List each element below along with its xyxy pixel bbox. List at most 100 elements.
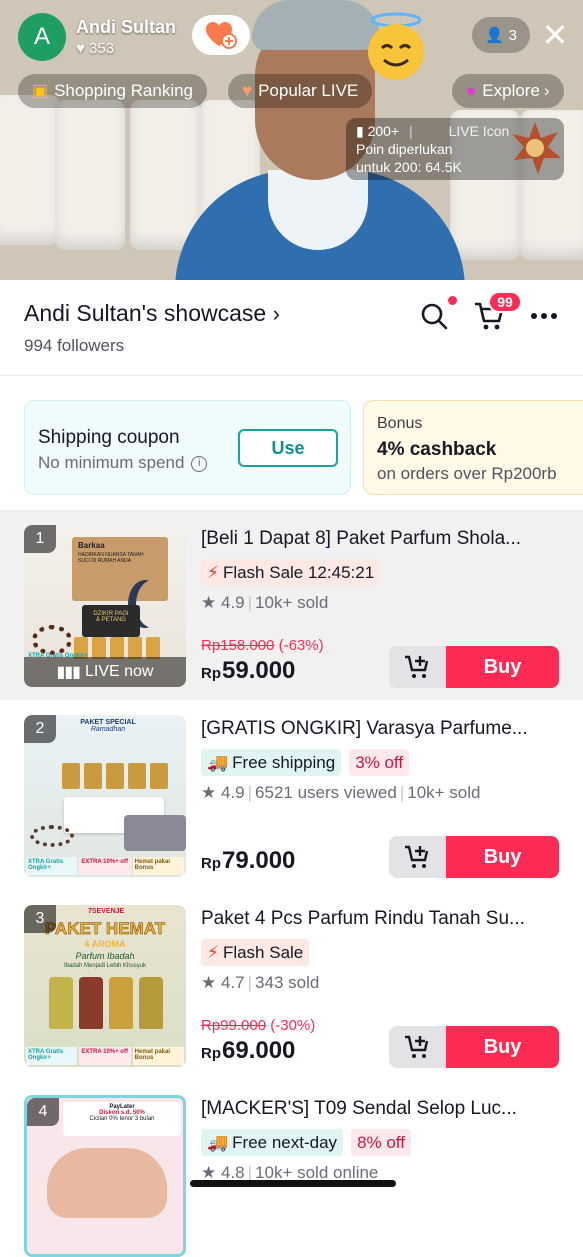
home-indicator[interactable] <box>190 1180 396 1187</box>
subheadline-text: 4 AROMA <box>84 939 126 949</box>
chevron-right-icon: › <box>272 301 280 326</box>
discount-tag: 3% off <box>349 749 410 776</box>
bolt-icon: ⚡ <box>207 942 219 962</box>
original-price-value: Rp99.000 <box>201 1017 267 1034</box>
use-coupon-button[interactable]: Use <box>238 429 338 467</box>
book-text: & PETANG <box>96 617 126 623</box>
product-image[interactable]: 3 7SEVENJE PAKET HEMAT 4 AROMA Parfum Ib… <box>24 905 186 1067</box>
follow-button[interactable] <box>192 15 250 55</box>
add-to-cart-button[interactable] <box>389 836 447 878</box>
product-title[interactable]: [Beli 1 Dapat 8] Paket Parfum Shola... <box>201 528 563 550</box>
add-to-cart-button[interactable] <box>389 1026 447 1068</box>
showcase-title-text: Andi Sultan's showcase <box>24 300 267 326</box>
buy-button[interactable]: Buy <box>446 646 559 688</box>
host-avatar[interactable]: A <box>18 13 66 61</box>
tag-text: 3% off <box>355 752 404 772</box>
truck-icon: 🚚 <box>207 752 229 772</box>
sold-count: 343 sold <box>255 973 320 992</box>
add-to-cart-button[interactable] <box>389 646 447 688</box>
tag-text: Free shipping <box>232 752 336 772</box>
host-name: Andi Sultan <box>76 17 176 37</box>
viewer-count[interactable]: 👤 3 <box>472 17 530 53</box>
shopping-ranking-pill[interactable]: ▣ Shopping Ranking <box>18 74 208 108</box>
product-tags: 🚚 Free next-day 8% off <box>201 1129 411 1156</box>
product-image[interactable]: 4 PayLater Diskon s.d. 50% Cicilan 0% te… <box>24 1095 186 1257</box>
tag-text: Flash Sale <box>222 942 304 962</box>
coupon-subtitle: No minimum spend i <box>38 453 208 473</box>
tag-text: Free next-day <box>232 1132 338 1152</box>
rank-badge: 1 <box>24 525 56 553</box>
original-price: Rp158.000 (-63%) <box>201 637 324 654</box>
pill-label: Popular LIVE <box>258 81 359 100</box>
tagline-text: Ibadah Menjadi Lebih Khusyuk <box>63 963 147 969</box>
rating: 4.7 <box>220 973 245 992</box>
close-icon[interactable]: ✕ <box>540 19 570 51</box>
perfume-bottles-graphic <box>62 763 172 789</box>
info-icon[interactable]: i <box>191 455 208 472</box>
flash-sale-tag: ⚡ Flash Sale <box>201 939 310 966</box>
views-count: 6521 users viewed <box>255 783 397 802</box>
host-likes: ♥ 353 <box>76 40 176 57</box>
star-icon: ★ <box>201 783 217 802</box>
divider <box>0 375 583 376</box>
shipping-coupon-card[interactable]: Shipping coupon No minimum spend i Use <box>24 400 351 495</box>
planet-icon: ● <box>466 81 477 100</box>
live-icon-badge-icon <box>508 120 563 176</box>
paylater-banner: PayLater Diskon s.d. 50% Cicilan 0% teno… <box>63 1102 181 1136</box>
showcase-title[interactable]: Andi Sultan's showcase › <box>24 300 280 327</box>
discount-percent: (-30%) <box>270 1017 316 1034</box>
discount-percent: (-63%) <box>278 637 324 654</box>
cart-badge: 99 <box>488 291 522 313</box>
promo-strip: XTRA Gratis Ongkir+ EXTRA 10%+ off Hemat… <box>24 1045 186 1067</box>
sandal-graphic <box>47 1148 167 1218</box>
rating: 4.9 <box>220 783 245 802</box>
star-icon: ★ <box>201 593 217 612</box>
product-title[interactable]: [GRATIS ONGKIR] Varasya Parfume... <box>201 718 563 740</box>
flash-sale-tag: ⚡ Flash Sale 12:45:21 <box>201 559 381 586</box>
search-icon[interactable] <box>418 300 450 332</box>
bonus-cashback-card[interactable]: Bonus 4% cashback on orders over Rp200rb <box>363 400 583 495</box>
product-title[interactable]: Paket 4 Pcs Parfum Rindu Tanah Su... <box>201 908 563 930</box>
pill-label: Shopping Ranking <box>54 81 194 100</box>
prayer-beads-graphic <box>32 625 72 655</box>
rank-badge: 2 <box>24 715 56 743</box>
heart-icon: ♥ <box>76 40 85 57</box>
free-shipping-tag: 🚚 Free shipping <box>201 749 342 776</box>
flame-icon: ♥ <box>242 81 253 100</box>
product-price: Rp59.000 <box>201 657 295 685</box>
original-price: Rp99.000 (-30%) <box>201 1017 315 1034</box>
smiling-halo-emoji-icon <box>360 10 432 82</box>
product-item[interactable]: 2 PAKET SPECIAL Ramadhan XTRA Gratis Ong… <box>0 700 583 890</box>
book-graphic: DZIKIR PAGI & PETANG <box>82 605 140 637</box>
live-bars-icon: ▮ <box>356 123 364 139</box>
product-price: Rp79.000 <box>201 847 295 875</box>
paylater-text: PayLater <box>109 1104 135 1110</box>
bag-icon: ▣ <box>32 81 49 100</box>
viewer-count-value: 3 <box>508 26 518 44</box>
popular-live-pill[interactable]: ♥ Popular LIVE <box>228 74 373 108</box>
buy-button[interactable]: Buy <box>446 1026 559 1068</box>
product-image[interactable]: 1 Barkaa HADIRKAN NUANSA TANAH SUCI DI R… <box>24 525 186 687</box>
product-stats: ★ 4.7 | 343 sold <box>201 973 320 992</box>
shoe-shelf <box>55 100 125 250</box>
product-item[interactable]: 3 7SEVENJE PAKET HEMAT 4 AROMA Parfum Ib… <box>0 890 583 1080</box>
host-info[interactable]: A Andi Sultan ♥ 353 <box>18 13 176 61</box>
buy-button[interactable]: Buy <box>446 836 559 878</box>
bonus-subtitle: on orders over Rp200rb <box>377 464 557 483</box>
explore-pill[interactable]: ● Explore › <box>452 74 564 108</box>
product-item[interactable]: 1 Barkaa HADIRKAN NUANSA TANAH SUCI DI R… <box>0 510 583 700</box>
notification-dot <box>448 296 457 305</box>
box-text: SUCI DI RUMAH ANDA <box>78 558 132 564</box>
product-image[interactable]: 2 PAKET SPECIAL Ramadhan XTRA Gratis Ong… <box>24 715 186 877</box>
live-icon-label: LIVE Icon <box>448 123 510 139</box>
sold-count: 10k+ sold <box>407 783 481 802</box>
product-title[interactable]: [MACKER'S] T09 Sendal Selop Luc... <box>201 1098 563 1120</box>
banner-graphic: PAKET SPECIAL Ramadhan <box>68 719 148 749</box>
tag-text: 8% off <box>357 1132 405 1152</box>
prayer-mat-graphic <box>124 815 186 851</box>
coupon-title: Shipping coupon <box>38 427 180 448</box>
more-icon[interactable] <box>528 303 560 329</box>
rank-badge: 3 <box>24 905 56 933</box>
perfume-bottles-graphic <box>46 977 166 1029</box>
star-icon: ★ <box>201 973 217 992</box>
